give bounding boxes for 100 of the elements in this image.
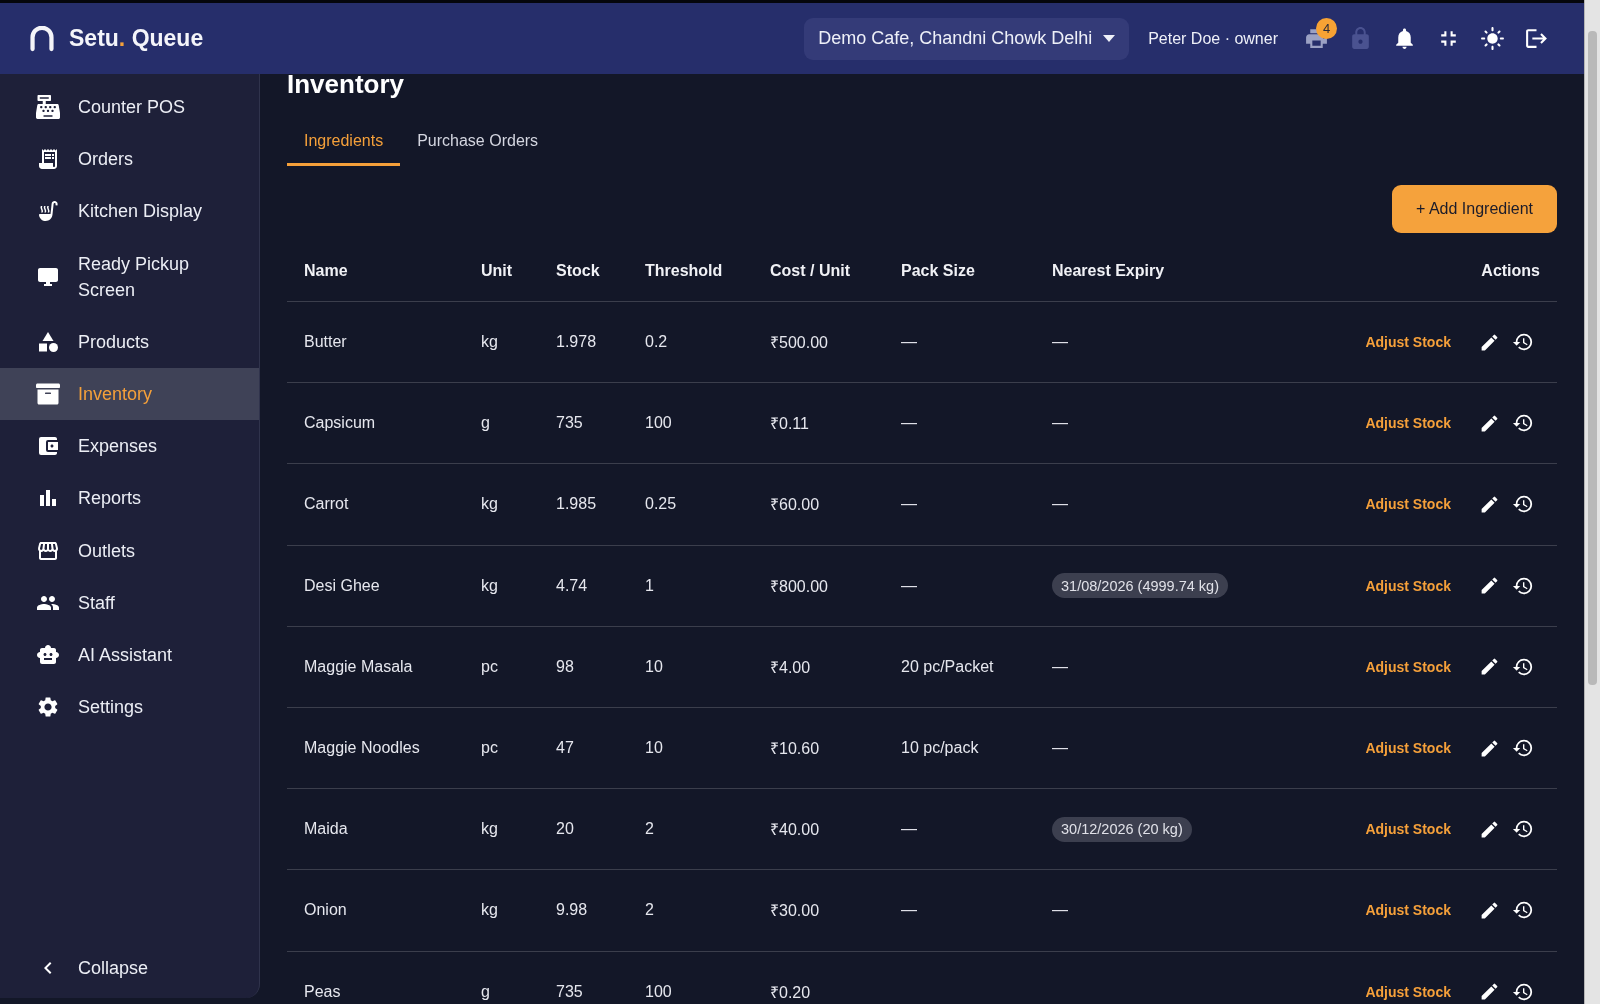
table-cell: Onion — [304, 901, 347, 920]
table-cell: pc — [481, 739, 498, 758]
table-cell: Peas — [304, 982, 341, 1001]
collapse-button[interactable]: Collapse — [0, 941, 259, 994]
cash-register-icon — [36, 95, 60, 120]
adjust-stock-button[interactable]: Adjust Stock — [1365, 334, 1451, 351]
archive-box-icon — [36, 382, 60, 407]
table-cell: Maggie Noodles — [304, 739, 420, 758]
scrollbar[interactable] — [1584, 0, 1600, 1004]
nav-item[interactable]: AI Assistant — [0, 628, 259, 682]
table-cell-text: ₹800.00 — [770, 576, 828, 597]
robot-icon — [36, 642, 60, 667]
table-cell: kg — [481, 820, 498, 839]
table-cell: Maggie Masala — [304, 657, 413, 676]
table-cell: g — [481, 414, 490, 433]
table-cell-text: ₹0.20 — [770, 982, 811, 1003]
table-cell: Capsicum — [304, 414, 376, 433]
table-cell: 100 — [645, 414, 672, 433]
table-cell-text: ₹500.00 — [770, 333, 828, 354]
table-cell: — — [901, 820, 917, 839]
nav-item[interactable]: Ready Pickup Screen — [0, 237, 259, 316]
outlet-select[interactable]: Demo Cafe, Chandni Chowk Delhi — [804, 17, 1130, 60]
ladle-icon — [36, 199, 60, 224]
adjust-stock-button[interactable]: Adjust Stock — [1365, 902, 1451, 919]
table-cell-text: ₹4.00 — [770, 657, 811, 678]
table-cell: 10 pc/pack — [901, 739, 979, 758]
tab[interactable]: Ingredients — [287, 119, 401, 166]
table-cell: 0.25 — [645, 495, 677, 514]
table-cell: — — [1052, 739, 1068, 758]
table-cell: — — [901, 576, 917, 595]
table-cell: kg — [481, 901, 498, 920]
table-cell: Butter — [304, 333, 347, 352]
table-cell: 98 — [556, 657, 574, 676]
nav-item[interactable]: Counter POS — [0, 81, 259, 134]
table-cell: 735 — [556, 414, 583, 433]
table-cell-text: ₹30.00 — [770, 901, 820, 922]
table-cell: 735 — [556, 982, 583, 1001]
table-cell: — — [901, 901, 917, 920]
table-cell: Desi Ghee — [304, 576, 380, 595]
table-cell: 20 pc/Packet — [901, 657, 994, 676]
adjust-stock-button[interactable]: Adjust Stock — [1365, 983, 1451, 1000]
adjust-stock-button[interactable]: Adjust Stock — [1365, 415, 1451, 432]
table-cell: kg — [481, 495, 498, 514]
settings-icon — [36, 695, 60, 720]
nav-item[interactable]: Orders — [0, 133, 259, 186]
nav-item[interactable]: Reports — [0, 472, 259, 525]
table-cell: Maida — [304, 820, 348, 839]
table-cell: — — [901, 333, 917, 352]
page-title: Inventory — [287, 74, 405, 96]
table-cell: 20 — [556, 820, 574, 839]
nav-item[interactable]: Expenses — [0, 420, 259, 473]
table-cell: 1.978 — [556, 333, 597, 352]
table-cell: 2 — [645, 901, 654, 920]
table-cell: 100 — [645, 982, 672, 1001]
tab[interactable]: Purchase Orders — [400, 119, 556, 166]
adjust-stock-button[interactable]: Adjust Stock — [1365, 496, 1451, 513]
table-cell: — — [901, 495, 917, 514]
nav-item[interactable]: Inventory — [0, 367, 259, 421]
expiry-badge: 30/12/2026 (20 kg) — [1052, 816, 1192, 842]
table-cell-text: ₹60.00 — [770, 495, 820, 516]
table-cell: — — [1052, 414, 1068, 433]
table-cell: 10 — [645, 739, 663, 758]
expiry-badge: 31/08/2026 (4999.74 kg) — [1052, 573, 1228, 599]
table-cell: 1 — [645, 576, 654, 595]
table-cell: — — [1052, 333, 1068, 352]
table-cell: pc — [481, 657, 498, 676]
table-cell: 0.2 — [645, 333, 668, 352]
table-cell: g — [481, 982, 490, 1001]
adjust-stock-button[interactable]: Adjust Stock — [1365, 658, 1451, 675]
table-cell: — — [1052, 495, 1068, 514]
table-cell: 10 — [645, 657, 663, 676]
table-cell: Carrot — [304, 495, 349, 514]
count-badge: 4 — [1316, 18, 1337, 39]
nav-item[interactable]: Kitchen Display — [0, 185, 259, 238]
logo-icon — [29, 25, 55, 52]
nav-item[interactable]: Settings — [0, 681, 259, 734]
column-header: Unit — [480, 261, 514, 280]
add-ingredient-button[interactable]: + Add Ingredient — [1392, 185, 1557, 233]
column-header: Nearest Expiry — [1051, 261, 1166, 280]
logout-icon[interactable] — [1524, 26, 1549, 51]
table-cell: — — [901, 414, 917, 433]
adjust-stock-button[interactable]: Adjust Stock — [1365, 577, 1451, 594]
column-header: Pack Size — [900, 261, 976, 280]
nav-item[interactable]: Products — [0, 315, 259, 368]
column-header: Name — [303, 261, 349, 280]
column-header: Threshold — [644, 261, 724, 280]
table-cell: 4.74 — [556, 576, 588, 595]
adjust-stock-button[interactable]: Adjust Stock — [1365, 821, 1451, 838]
nav-item[interactable]: Outlets — [0, 524, 259, 577]
nav-item[interactable]: Staff — [0, 576, 259, 629]
table-cell: kg — [481, 576, 498, 595]
column-header: Actions — [1480, 261, 1541, 280]
scrollbar-thumb[interactable] — [1588, 31, 1597, 685]
table-cell-text: ₹0.11 — [770, 414, 809, 435]
user-label: Peter Doe · owner — [1148, 29, 1278, 48]
brand-name: Setu. Queue — [69, 25, 204, 52]
table-cell: — — [1052, 657, 1068, 676]
adjust-stock-button[interactable]: Adjust Stock — [1365, 740, 1451, 757]
receipt-icon — [36, 147, 60, 172]
sun-icon[interactable] — [1480, 26, 1505, 51]
